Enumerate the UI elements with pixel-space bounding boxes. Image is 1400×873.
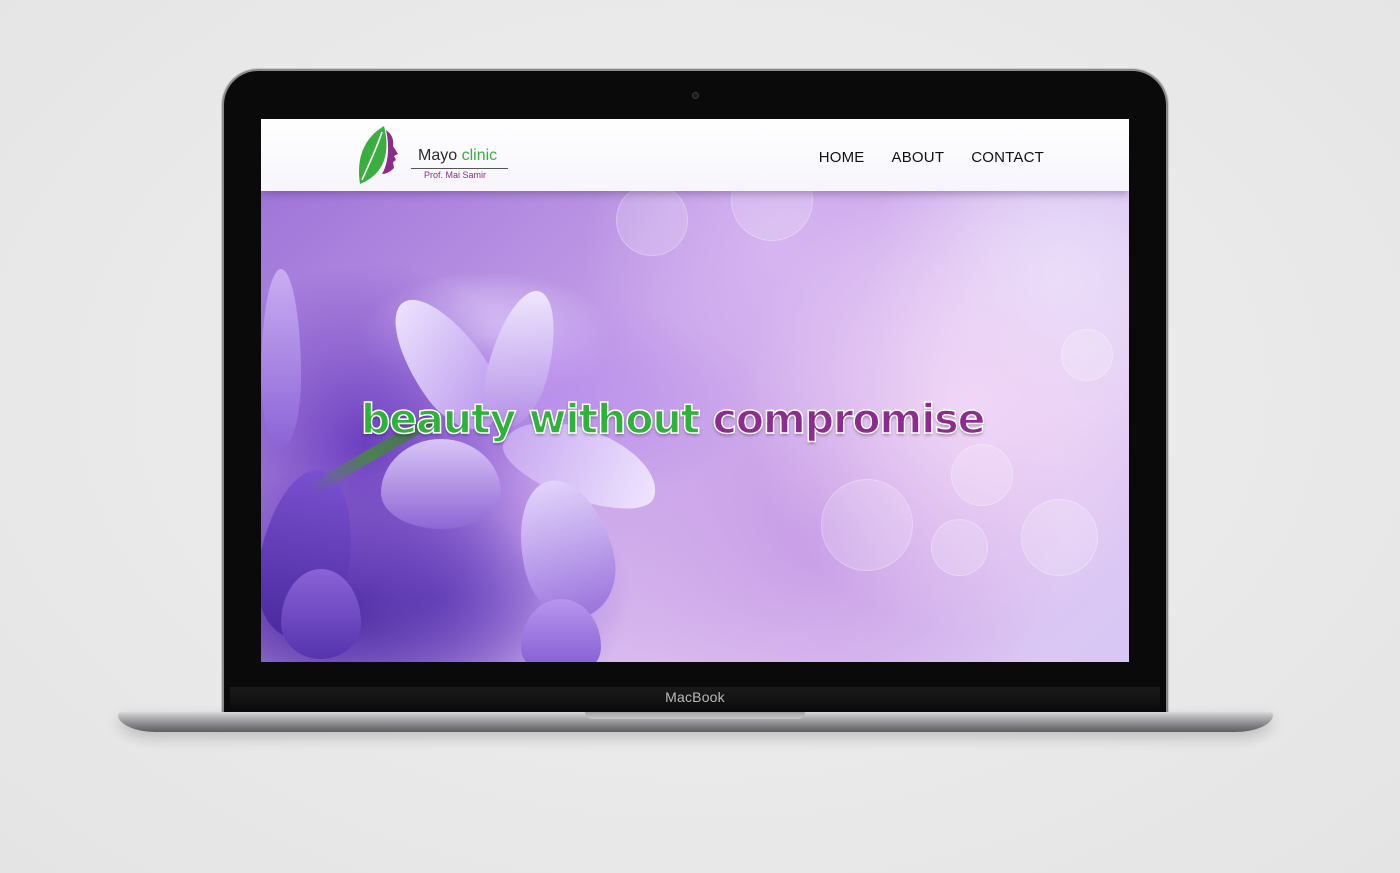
mockup-stage: MacBook Mayo clinic Prof. Mai Samir HOME…	[0, 0, 1400, 873]
logo-subtitle: Prof. Mai Samir	[424, 170, 487, 180]
website-screen: Mayo clinic Prof. Mai Samir HOME ABOUT C…	[261, 119, 1129, 662]
nav-contact-link[interactable]: CONTACT	[971, 149, 1044, 166]
bokeh-circle	[931, 519, 988, 576]
laptop-notch	[585, 712, 805, 719]
bokeh-circle	[1021, 499, 1098, 576]
hero-headline-purple: compromise	[712, 394, 986, 444]
logo-divider	[411, 168, 508, 169]
nav-about-link[interactable]: ABOUT	[892, 149, 945, 166]
logo-title: Mayo clinic	[418, 147, 497, 165]
laptop-base	[118, 712, 1273, 732]
leaf-face-logo-icon	[359, 126, 398, 184]
laptop-chin: MacBook	[230, 687, 1160, 709]
hero-headline: beauty without compromise	[360, 394, 986, 444]
bokeh-circle	[821, 479, 913, 571]
flower-petal	[261, 269, 301, 449]
site-navbar: Mayo clinic Prof. Mai Samir HOME ABOUT C…	[261, 119, 1129, 191]
main-nav: HOME ABOUT CONTACT	[819, 149, 1044, 166]
hero-headline-green: beauty without	[360, 394, 701, 444]
logo-title-accent: clinic	[461, 147, 498, 164]
camera-icon	[692, 92, 699, 99]
flower-petal	[381, 439, 501, 529]
bokeh-circle	[616, 184, 688, 256]
site-logo[interactable]: Mayo clinic Prof. Mai Samir	[354, 124, 514, 188]
bokeh-circle	[951, 444, 1013, 506]
hero-background-image	[261, 119, 1129, 662]
logo-title-primary: Mayo	[418, 147, 458, 164]
bokeh-circle	[1061, 329, 1113, 381]
flower-petal	[281, 569, 361, 659]
device-brand-label: MacBook	[665, 689, 725, 705]
nav-home-link[interactable]: HOME	[819, 149, 865, 166]
